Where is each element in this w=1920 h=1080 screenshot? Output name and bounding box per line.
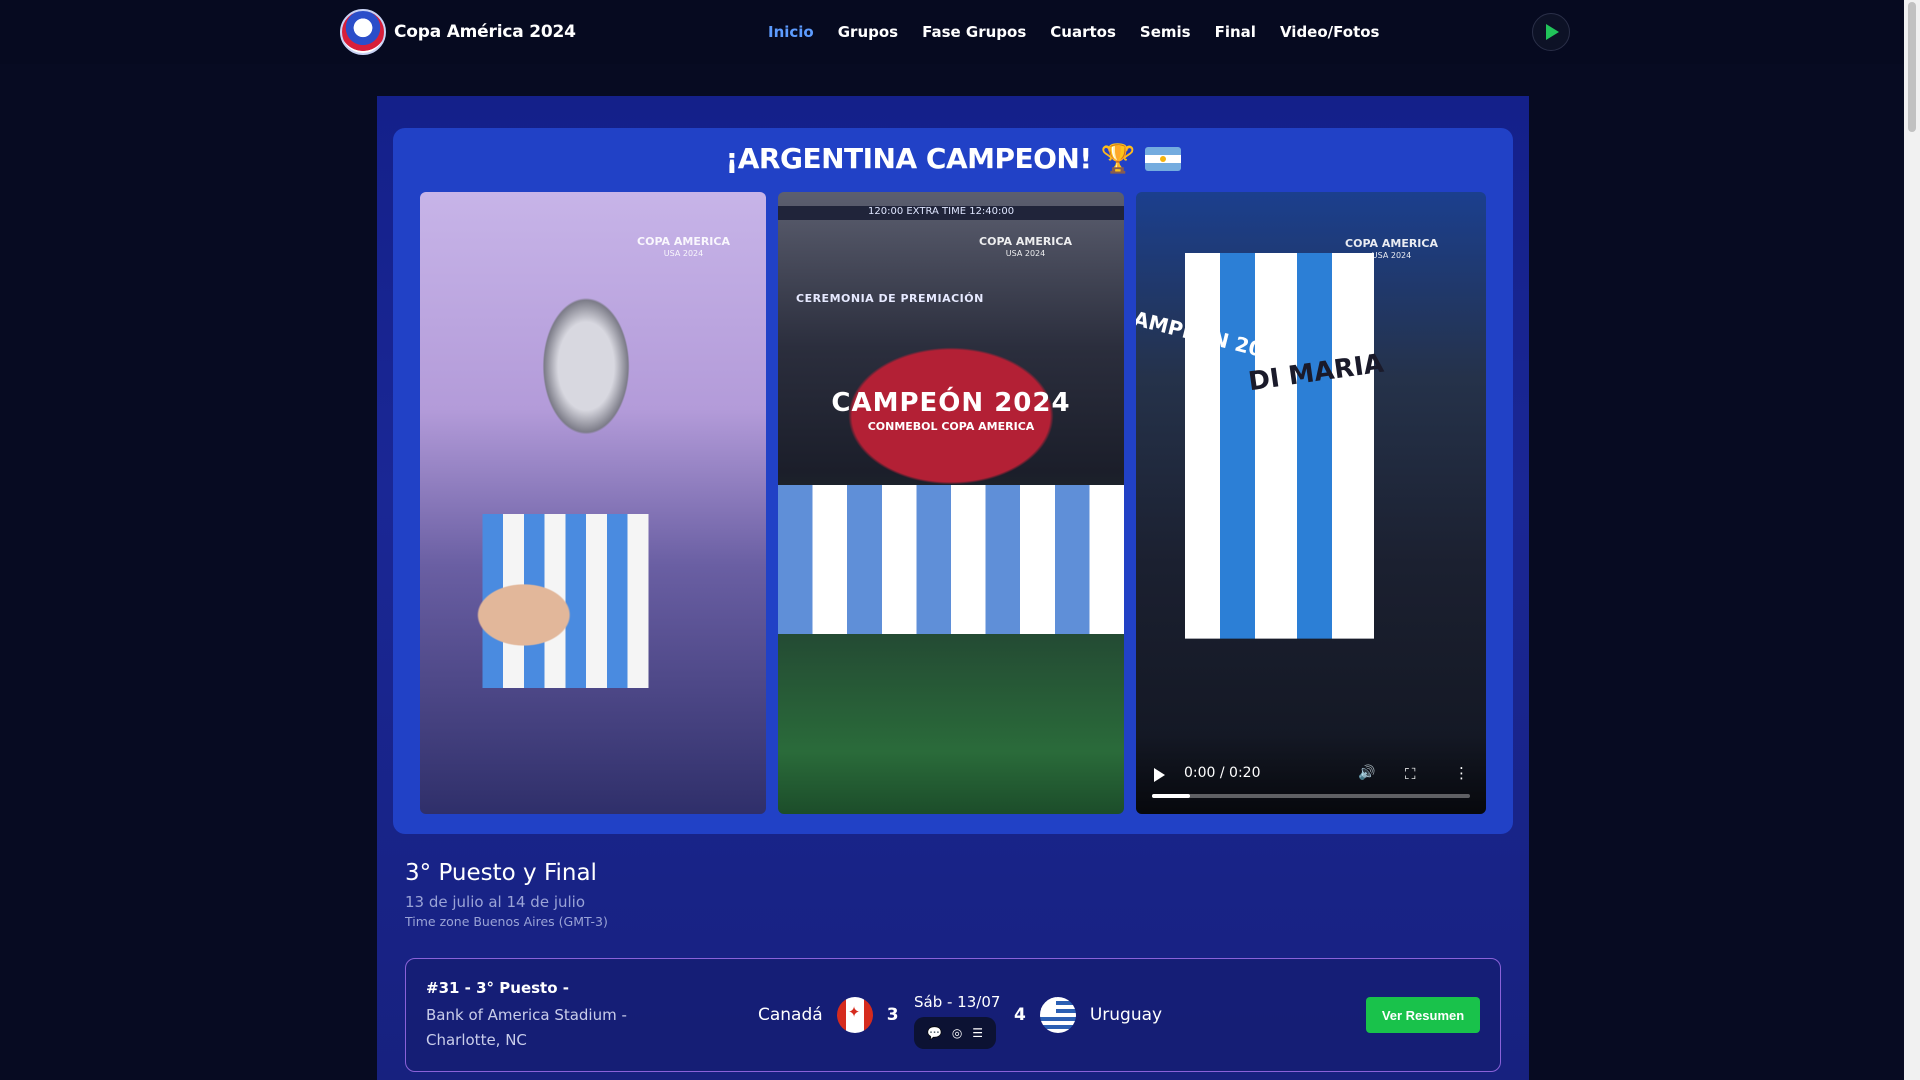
match-date: Sáb - 13/07 [914,993,1001,1011]
copa-watermark: COPA AMERICA USA 2024 [637,235,730,259]
home-team-name: Canadá [758,1005,823,1025]
home-team: Canadá 3 [758,997,899,1033]
section-timezone: Time zone Buenos Aires (GMT-3) [405,914,608,929]
champion-side-text: AMPEÓN 20 [1136,306,1266,362]
more-options-icon[interactable]: ⋮ [1454,764,1469,782]
volume-icon[interactable]: 🔊 [1358,765,1375,781]
video-progress-fill [1152,794,1191,798]
copa-watermark: COPA AMERICA USA 2024 [1345,237,1438,261]
broadcast-strip: 120:00 EXTRA TIME 12:40:00 [778,206,1124,220]
highlight-title-text: ¡ARGENTINA CAMPEON! [725,142,1092,175]
page-scrollbar[interactable] [1904,0,1920,1080]
nav-grupos[interactable]: Grupos [826,23,910,41]
trophy-icon: 🏆 [1100,142,1136,175]
video-progress-bar[interactable] [1152,794,1470,798]
nav-inicio[interactable]: Inicio [756,23,826,41]
nav-semis[interactable]: Semis [1128,23,1203,41]
top-navbar: Copa América 2024 Inicio Grupos Fase Gru… [0,0,1904,64]
section-dates: 13 de julio al 14 de julio [405,893,586,911]
video-controls: 0:00 / 0:20 🔊 ⛶ ⋮ [1136,734,1486,814]
highlight-title: ¡ARGENTINA CAMPEON! 🏆 [393,142,1513,175]
section-title: 3° Puesto y Final [405,860,597,886]
brand-title: Copa América 2024 [394,22,576,42]
main-nav: Inicio Grupos Fase Grupos Cuartos Semis … [756,0,1391,64]
live-play-button[interactable] [1532,13,1570,51]
champion-highlight-card: ¡ARGENTINA CAMPEON! 🏆 COPA AMERICA USA 20… [393,128,1513,834]
away-team: 4 Uruguay [1014,997,1162,1033]
video-time: 0:00 / 0:20 [1184,765,1261,781]
uruguay-flag-icon [1039,997,1076,1033]
nav-video-fotos[interactable]: Video/Fotos [1268,23,1392,41]
copa-watermark: COPA AMERICA USA 2024 [979,235,1072,259]
comments-icon[interactable]: 💬 [927,1026,942,1040]
champion-subheadline: CONMEBOL COPA AMERICA [867,420,1035,433]
argentina-flag-icon [1144,147,1181,171]
nav-fase-grupos[interactable]: Fase Grupos [910,23,1038,41]
nav-cuartos[interactable]: Cuartos [1038,23,1128,41]
away-score: 4 [1014,1005,1026,1025]
photo-team-celebration[interactable]: 120:00 EXTRA TIME 12:40:00 COPA AMERICA U… [778,192,1124,814]
brand[interactable]: Copa América 2024 [340,8,576,56]
lineup-icon[interactable]: ☰ [972,1026,983,1040]
play-icon [1546,24,1559,40]
canada-flag-icon [836,997,873,1033]
nav-final[interactable]: Final [1203,23,1268,41]
view-icon[interactable]: ◎ [952,1026,962,1040]
away-team-name: Uruguay [1089,1005,1163,1025]
photo-messi-trophy[interactable]: COPA AMERICA USA 2024 [420,192,766,814]
video-player[interactable]: COPA AMERICA USA 2024 AMPEÓN 20 DI MARIA … [1136,192,1486,814]
scrollbar-thumb[interactable] [1908,2,1916,132]
video-play-icon[interactable] [1154,768,1165,782]
match-venue: Bank of America Stadium - Charlotte, NC [426,1006,627,1049]
copa-america-logo-icon [340,9,386,55]
champion-headline: CAMPEÓN 2024 [831,388,1071,418]
home-score: 3 [886,1005,899,1025]
match-card[interactable]: #31 - 3° Puesto - Bank of America Stadiu… [405,958,1501,1072]
match-actions: 💬 ◎ ☰ [914,1017,996,1049]
match-number: #31 - 3° Puesto - [426,979,569,997]
jersey-name: DI MARIA [1246,348,1386,398]
ceremony-banner: CEREMONIA DE PREMIACIÓN [796,292,984,305]
fullscreen-icon[interactable]: ⛶ [1405,765,1416,783]
main-content: ¡ARGENTINA CAMPEON! 🏆 COPA AMERICA USA 20… [377,96,1529,1080]
ver-resumen-button[interactable]: Ver Resumen [1366,997,1480,1033]
